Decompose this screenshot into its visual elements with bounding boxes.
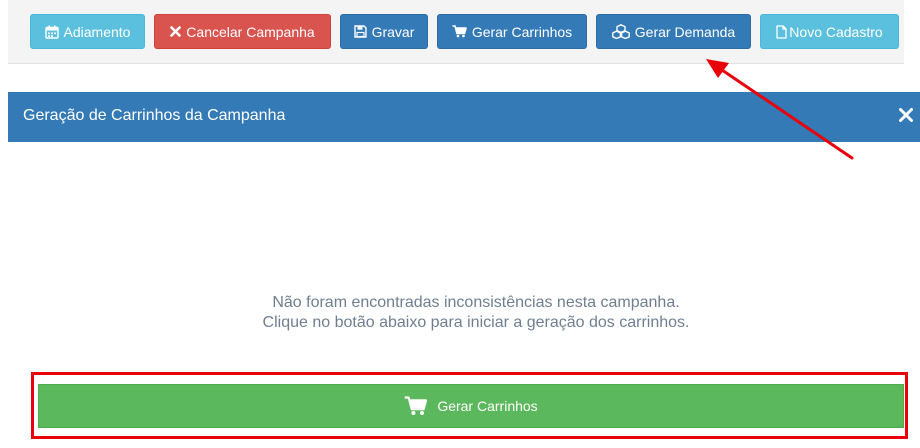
status-message-line-1: Não foram encontradas inconsistências ne…	[272, 294, 680, 311]
cancelar-campanha-button[interactable]: Cancelar Campanha	[154, 14, 331, 49]
close-icon	[170, 26, 182, 37]
gerar-carrinhos-label: Gerar Carrinhos	[437, 398, 538, 414]
adiamento-label: Adiamento	[63, 23, 131, 40]
page: Adiamento Cancelar Campanha Gravar Gerar…	[0, 0, 920, 448]
status-message-line-2: Clique no botão abaixo para iniciar a ge…	[262, 314, 690, 331]
cart-icon	[452, 25, 467, 38]
cart-icon	[405, 396, 428, 415]
cubes-icon	[611, 24, 630, 39]
gravar-button[interactable]: Gravar	[340, 14, 428, 49]
gerar-carrinhos-button[interactable]: Gerar Carrinhos	[38, 384, 904, 428]
gerar-demanda-button[interactable]: Gerar Demanda	[596, 14, 751, 49]
gravar-label: Gravar	[371, 23, 415, 40]
modal-close-button[interactable]	[898, 103, 918, 127]
gerar-carrinhos-toolbar-button[interactable]: Gerar Carrinhos	[437, 14, 587, 49]
action-toolbar: Adiamento Cancelar Campanha Gravar Gerar…	[8, 0, 904, 64]
novo-cadastro-button[interactable]: Novo Cadastro	[760, 14, 899, 49]
file-icon	[776, 24, 787, 39]
modal-title: Geração de Carrinhos da Campanha	[23, 107, 286, 124]
gerar-carrinhos-toolbar-label: Gerar Carrinhos	[471, 23, 573, 40]
novo-cadastro-label: Novo Cadastro	[789, 23, 883, 40]
gerar-demanda-label: Gerar Demanda	[634, 23, 736, 40]
adiamento-button[interactable]: Adiamento	[30, 14, 145, 49]
status-message: Não foram encontradas inconsistências ne…	[8, 293, 920, 333]
modal-header: Geração de Carrinhos da Campanha	[8, 92, 920, 142]
cancelar-campanha-label: Cancelar Campanha	[186, 23, 315, 40]
close-icon	[899, 108, 913, 122]
calendar-icon	[44, 25, 59, 39]
save-icon	[353, 25, 367, 38]
